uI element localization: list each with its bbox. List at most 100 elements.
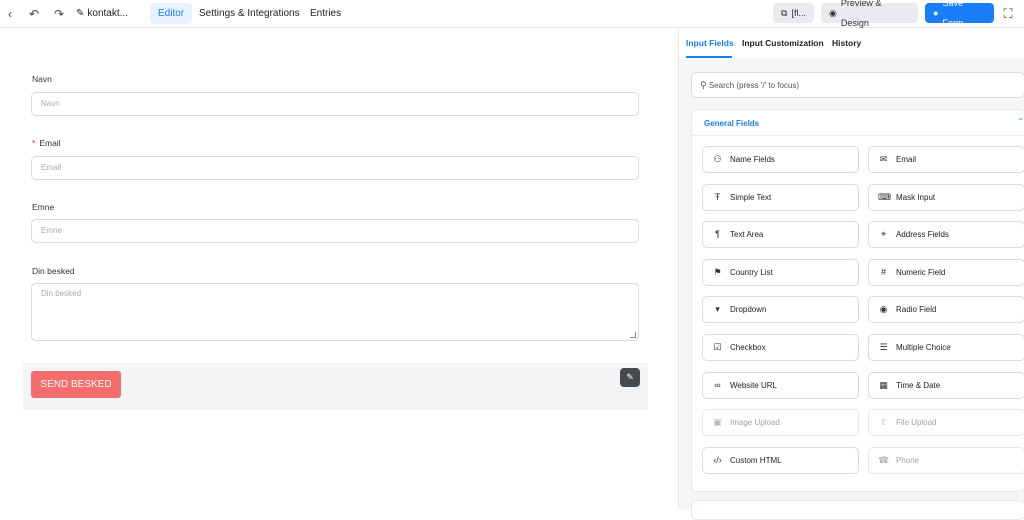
- shortcode-label: [fl...: [791, 8, 806, 18]
- field-button-label: Mask Input: [896, 192, 936, 202]
- hash-icon: #: [880, 266, 886, 277]
- link-icon: ∞: [714, 379, 721, 390]
- tab-history[interactable]: History: [832, 38, 861, 48]
- section-title: General Fields: [704, 119, 760, 128]
- field-button-simple-text[interactable]: Ŧ Simple Text: [702, 183, 859, 211]
- checkbox-icon: ☑: [713, 342, 722, 352]
- upload-icon: ⇪: [879, 417, 888, 428]
- form-canvas: Navn Navn * Email Email Emne Emne Din bes…: [0, 29, 678, 509]
- form-name-label: kontakt...: [87, 8, 128, 19]
- field-button-address-fields[interactable]: ⌖ Address Fields: [868, 221, 1024, 249]
- field-button-image-upload[interactable]: ▣ Image Upload: [702, 409, 859, 437]
- list-icon: ☰: [879, 342, 888, 352]
- panel-tabs: Input Fields Input Customization History: [679, 29, 1024, 59]
- field-button-checkbox[interactable]: ☑ Checkbox: [702, 334, 859, 361]
- radio-icon: ◉: [879, 304, 888, 315]
- fullscreen-icon[interactable]: ⛶: [1000, 6, 1016, 22]
- field-button-label: Multiple Choice: [896, 343, 951, 352]
- save-icon: ●: [933, 8, 939, 18]
- navn-input[interactable]: Navn: [31, 92, 639, 116]
- calendar-icon: ▦: [879, 379, 888, 390]
- field-button-label: Name Fields: [730, 155, 775, 164]
- field-button-label: Website URL: [730, 380, 777, 390]
- image-icon: ▣: [713, 417, 722, 428]
- email-input[interactable]: Email: [31, 156, 639, 180]
- field-label-email: * Email: [32, 138, 61, 148]
- tab-input-customization[interactable]: Input Customization: [742, 38, 824, 48]
- search-input[interactable]: ⚲ Search (press '/' to focus): [691, 72, 1024, 98]
- field-button-label: Country List: [730, 267, 773, 277]
- field-button-website-url[interactable]: ∞ Website URL: [702, 371, 859, 399]
- field-button-label: Email: [896, 155, 917, 164]
- save-form-button[interactable]: ● Save Form: [925, 0, 994, 28]
- form-name[interactable]: ✎ kontakt...: [76, 6, 128, 22]
- search-placeholder: Search (press '/' to focus): [708, 81, 800, 90]
- chevron-up-icon[interactable]: ⌃: [1017, 117, 1024, 126]
- user-icon: ⚇: [713, 154, 722, 164]
- code-icon: ‹/›: [713, 454, 722, 465]
- redo-icon[interactable]: ↷: [51, 6, 67, 22]
- shortcode-button[interactable]: ⧉ [fl...: [773, 3, 814, 23]
- map-pin-icon: ⌖: [880, 229, 887, 240]
- field-button-label: Custom HTML: [730, 455, 782, 465]
- undo-icon[interactable]: ↶: [26, 6, 42, 22]
- field-button-label: Simple Text: [730, 192, 772, 202]
- tab-settings-integrations[interactable]: Settings & Integrations: [191, 3, 308, 24]
- submit-row: SEND BESKED ✎: [23, 363, 648, 410]
- text-cursor-icon: Ŧ: [714, 191, 721, 202]
- phone-icon: ☎: [878, 454, 890, 465]
- field-button-email[interactable]: ✉ Email: [868, 146, 1024, 173]
- top-bar: ‹ ↶ ↷ ✎ kontakt... Editor Settings & Int…: [0, 0, 1024, 28]
- paragraph-icon: ¶: [715, 229, 720, 240]
- field-button-label: Address Fields: [896, 230, 949, 240]
- field-button-custom-html[interactable]: ‹/› Custom HTML: [702, 446, 859, 474]
- field-button-dropdown[interactable]: ▾ Dropdown: [702, 296, 859, 324]
- field-button-file-upload[interactable]: ⇪ File Upload: [868, 409, 1024, 437]
- pencil-icon: ✎: [76, 8, 85, 19]
- tab-editor[interactable]: Editor: [150, 3, 193, 24]
- textarea-placeholder: Din besked: [41, 289, 82, 298]
- required-mark: *: [32, 138, 36, 148]
- field-button-numeric-field[interactable]: # Numeric Field: [868, 258, 1024, 286]
- field-button-radio-field[interactable]: ◉ Radio Field: [868, 296, 1024, 324]
- field-button-label: Numeric Field: [896, 267, 946, 277]
- emne-input[interactable]: Emne: [31, 219, 639, 243]
- resize-handle[interactable]: [630, 332, 636, 338]
- field-button-label: Text Area: [730, 230, 764, 240]
- general-fields-card: General Fields ⌃ ⚇ Name Fields ✉ Email Ŧ Simp…: [691, 109, 1024, 492]
- field-label-emne: Emne: [32, 202, 55, 212]
- tab-input-fields[interactable]: Input Fields: [686, 38, 734, 48]
- field-button-label: Checkbox: [730, 343, 766, 352]
- dropdown-icon: ▾: [715, 304, 720, 315]
- field-button-label: Radio Field: [896, 305, 937, 315]
- field-button-text-area[interactable]: ¶ Text Area: [702, 221, 859, 249]
- field-button-name-fields[interactable]: ⚇ Name Fields: [702, 146, 859, 173]
- active-tab-indicator: [686, 56, 732, 58]
- copy-icon: ⧉: [781, 8, 788, 18]
- email-label-text: Email: [39, 138, 61, 148]
- field-button-label: Image Upload: [730, 418, 780, 428]
- field-button-label: Phone: [896, 455, 920, 465]
- eye-icon: ◉: [829, 8, 837, 18]
- field-label-navn: Navn: [32, 74, 52, 84]
- field-button-time-date[interactable]: ▦ Time & Date: [868, 371, 1024, 399]
- field-button-label: File Upload: [896, 418, 937, 428]
- field-button-country-list[interactable]: ⚑ Country List: [702, 258, 859, 286]
- general-fields-header[interactable]: General Fields ⌃: [692, 110, 1024, 136]
- din-besked-textarea[interactable]: Din besked: [31, 283, 639, 341]
- envelope-icon: ✉: [879, 154, 888, 164]
- edit-submit-button[interactable]: ✎: [620, 368, 640, 387]
- flag-icon: ⚑: [713, 266, 722, 277]
- field-button-phone[interactable]: ☎ Phone: [868, 446, 1024, 474]
- send-besked-button[interactable]: SEND BESKED: [31, 371, 121, 398]
- keyboard-icon: ⌨: [878, 191, 891, 202]
- tab-entries[interactable]: Entries: [302, 3, 349, 24]
- field-button-label: Time & Date: [896, 380, 941, 390]
- input-fields-panel: Input Fields Input Customization History…: [678, 29, 1024, 520]
- back-chevron-icon[interactable]: ‹: [2, 6, 18, 22]
- field-button-label: Dropdown: [730, 305, 767, 315]
- next-section-card: [691, 500, 1024, 520]
- field-button-mask-input[interactable]: ⌨ Mask Input: [868, 183, 1024, 211]
- preview-design-button[interactable]: ◉ Preview & Design: [821, 0, 918, 28]
- field-button-multiple-choice[interactable]: ☰ Multiple Choice: [868, 334, 1024, 361]
